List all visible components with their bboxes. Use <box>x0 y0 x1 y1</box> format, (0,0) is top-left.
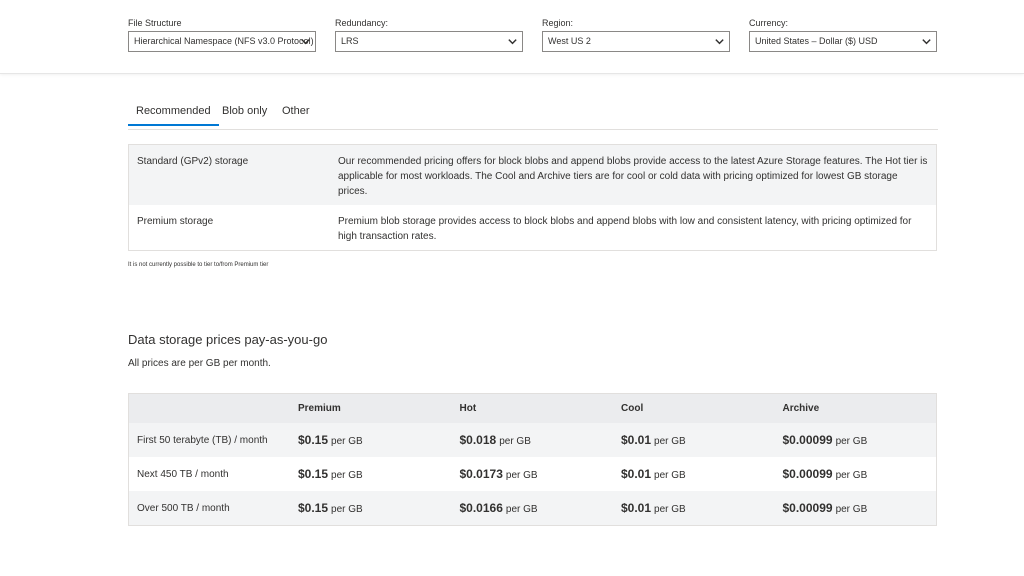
chevron-down-icon <box>715 39 724 45</box>
row-label: Over 500 TB / month <box>137 502 230 514</box>
table-row: Premium storage Premium blob storage pro… <box>129 205 936 250</box>
price-amount: $0.0173 <box>459 467 503 481</box>
price-table: Premium Hot Cool Archive First 50 teraby… <box>128 393 937 526</box>
storage-type-description: Premium blob storage provides access to … <box>338 216 912 242</box>
price-amount: $0.15 <box>298 433 329 447</box>
price-amount: $0.01 <box>621 467 652 481</box>
column-header: Premium <box>298 403 341 414</box>
price-unit: per GB <box>505 504 538 515</box>
price-amount: $0.018 <box>459 433 497 447</box>
price-cell: $0.0166 per GB <box>452 499 614 517</box>
price-cell: $0.01 per GB <box>613 431 775 449</box>
price-amount: $0.00099 <box>782 501 833 515</box>
price-unit: per GB <box>835 436 868 447</box>
currency-value: United States – Dollar ($) USD <box>755 36 878 46</box>
price-cell: $0.15 per GB <box>290 465 452 483</box>
tab-recommended[interactable]: Recommended <box>128 100 219 126</box>
storage-description-table: Standard (GPv2) storage Our recommended … <box>128 144 937 251</box>
tab-other[interactable]: Other <box>282 100 310 122</box>
currency-filter: Currency: United States – Dollar ($) USD <box>749 17 937 52</box>
file-structure-label: File Structure <box>128 18 182 28</box>
price-cell: $0.0173 per GB <box>452 465 614 483</box>
filter-bar: File Structure Hierarchical Namespace (N… <box>0 0 1024 74</box>
tab-bar: Recommended Blob only Other <box>128 100 938 130</box>
chevron-down-icon <box>508 39 517 45</box>
chevron-down-icon <box>922 39 931 45</box>
price-cell: $0.018 per GB <box>452 431 614 449</box>
region-filter: Region: West US 2 <box>542 17 730 52</box>
price-unit: per GB <box>331 470 363 481</box>
file-structure-filter: File Structure Hierarchical Namespace (N… <box>128 17 316 52</box>
storage-type-description: Our recommended pricing offers for block… <box>338 156 928 197</box>
chevron-down-icon <box>301 39 310 45</box>
price-unit: per GB <box>654 504 686 515</box>
price-cell: $0.15 per GB <box>290 431 452 449</box>
redundancy-label: Redundancy: <box>335 18 389 28</box>
storage-type-name: Standard (GPv2) storage <box>137 156 249 167</box>
price-unit: per GB <box>654 436 686 447</box>
file-structure-value: Hierarchical Namespace (NFS v3.0 Protoco… <box>134 36 314 46</box>
region-select[interactable]: West US 2 <box>542 31 730 52</box>
price-unit: per GB <box>505 470 538 481</box>
tier-note: It is not currently possible to tier to/… <box>128 262 269 268</box>
table-row: Standard (GPv2) storage Our recommended … <box>129 145 936 205</box>
price-amount: $0.0166 <box>459 501 503 515</box>
price-amount: $0.01 <box>621 433 652 447</box>
redundancy-select[interactable]: LRS <box>335 31 523 52</box>
price-unit: per GB <box>331 504 363 515</box>
price-unit: per GB <box>654 470 686 481</box>
column-header: Hot <box>459 403 477 414</box>
price-amount: $0.00099 <box>782 433 833 447</box>
redundancy-filter: Redundancy: LRS <box>335 17 523 52</box>
price-amount: $0.15 <box>298 467 329 481</box>
file-structure-select[interactable]: Hierarchical Namespace (NFS v3.0 Protoco… <box>128 31 316 52</box>
price-cell: $0.01 per GB <box>613 499 775 517</box>
column-header: Cool <box>621 403 644 414</box>
row-label: Next 450 TB / month <box>137 468 229 480</box>
redundancy-value: LRS <box>341 36 359 46</box>
price-unit: per GB <box>835 504 868 515</box>
price-amount: $0.00099 <box>782 467 833 481</box>
region-value: West US 2 <box>548 36 591 46</box>
section-title: Data storage prices pay-as-you-go <box>128 332 328 347</box>
section-subtitle: All prices are per GB per month. <box>128 358 271 369</box>
currency-select[interactable]: United States – Dollar ($) USD <box>749 31 937 52</box>
price-unit: per GB <box>835 470 868 481</box>
column-header: Archive <box>782 403 820 414</box>
region-label: Region: <box>542 18 574 28</box>
storage-type-name: Premium storage <box>137 216 214 227</box>
table-header-row: Premium Hot Cool Archive <box>129 394 936 423</box>
price-cell: $0.00099 per GB <box>775 465 937 483</box>
price-unit: per GB <box>499 436 531 447</box>
row-label: First 50 terabyte (TB) / month <box>137 434 268 446</box>
price-cell: $0.00099 per GB <box>775 499 937 517</box>
price-cell: $0.15 per GB <box>290 499 452 517</box>
currency-label: Currency: <box>749 18 789 28</box>
price-amount: $0.15 <box>298 501 329 515</box>
table-row: Over 500 TB / month $0.15 per GB $0.0166 p… <box>129 491 936 525</box>
price-amount: $0.01 <box>621 501 652 515</box>
tab-blob-only[interactable]: Blob only <box>222 100 267 122</box>
price-unit: per GB <box>331 436 363 447</box>
price-cell: $0.00099 per GB <box>775 431 937 449</box>
table-row: Next 450 TB / month $0.15 per GB $0.0173 p… <box>129 457 936 491</box>
price-cell: $0.01 per GB <box>613 465 775 483</box>
table-row: First 50 terabyte (TB) / month $0.15 per … <box>129 423 936 457</box>
